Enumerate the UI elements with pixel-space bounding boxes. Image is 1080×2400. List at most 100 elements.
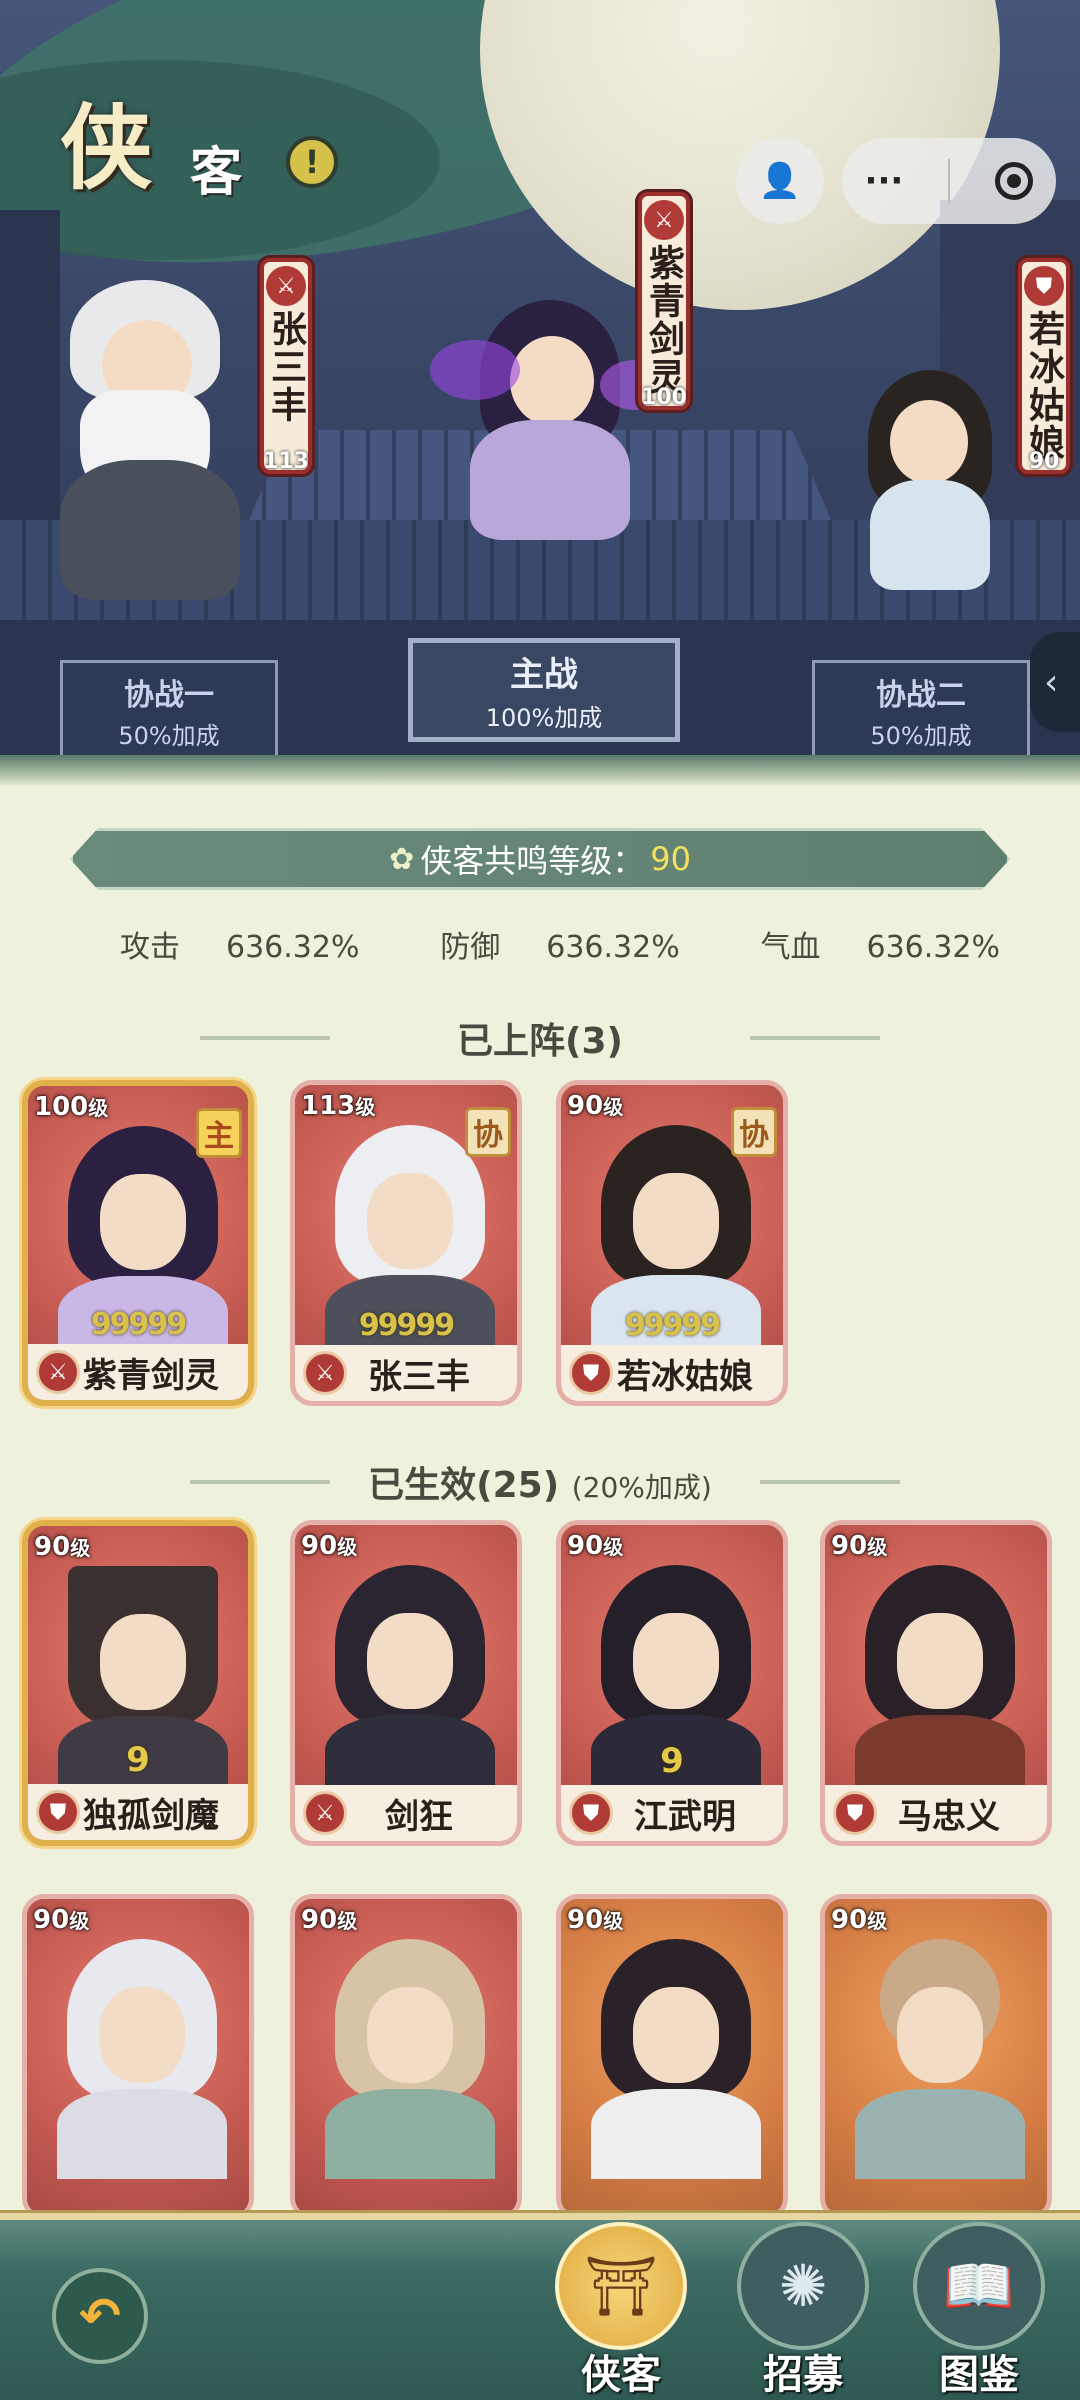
card-level: 90级 <box>831 1905 888 1935</box>
section-title-deployed: 已上阵(3) <box>457 1021 623 1062</box>
chevron-left-icon[interactable]: ‹ <box>1030 632 1080 732</box>
stats-row: 攻击 636.32% 防御 636.32% 气血 636.32% <box>120 922 1000 966</box>
hero-portrait <box>845 1939 1035 2179</box>
card-tier: 9 <box>660 1741 684 1781</box>
hero-tag-level: 113 <box>263 449 309 474</box>
slot-bonus: 100%加成 <box>485 704 603 732</box>
hero-tag-name: 紫青剑灵 <box>643 244 685 396</box>
card-role-badge: 协 <box>731 1107 777 1157</box>
card-namebar: ⚔ 剑狂 <box>295 1785 517 1841</box>
close-target-icon[interactable] <box>995 162 1034 200</box>
hero-tag-left[interactable]: ⚔ 张三丰 113 <box>260 258 312 474</box>
card-role-badge: 主 <box>196 1108 242 1158</box>
hero-portrait <box>315 1565 505 1805</box>
card-level: 90级 <box>831 1531 888 1561</box>
card-level: 90级 <box>34 1532 91 1562</box>
hero-tag-right[interactable]: ⛊ 若冰姑娘 90 <box>1018 258 1070 474</box>
card-level: 113级 <box>301 1091 376 1121</box>
hero-tag-center[interactable]: ⚔ 紫青剑灵 100 <box>638 192 690 410</box>
slot-bonus: 50%加成 <box>118 721 220 750</box>
resonance-value: 90 <box>650 840 691 878</box>
banner-edge <box>0 755 1080 785</box>
hero-card[interactable]: 100级 主 99999 ⚔ 紫青剑灵 <box>22 1080 254 1406</box>
stat-hp: 气血 636.32% <box>760 930 1000 965</box>
capsule-divider <box>948 159 951 203</box>
card-level: 90级 <box>567 1905 624 1935</box>
sword-icon: ⚔ <box>36 1350 80 1394</box>
stat-attack: 攻击 636.32% <box>120 930 360 965</box>
card-name: 紫青剑灵 <box>83 1355 219 1396</box>
hero-tag-name: 若冰姑娘 <box>1023 310 1065 462</box>
hero-figure-center[interactable] <box>430 300 670 540</box>
shield-icon: ⛊ <box>36 1790 80 1834</box>
card-namebar: ⛊ 若冰姑娘 <box>561 1345 783 1401</box>
hero-card[interactable]: 90级 9 ⛊ 独孤剑魔 <box>22 1520 254 1846</box>
hero-portrait <box>47 1939 237 2179</box>
shield-icon: ⛊ <box>569 1351 613 1395</box>
hero-card[interactable]: 90级 9 ⛊ 江武明 <box>556 1520 788 1846</box>
card-name: 江武明 <box>634 1796 736 1837</box>
card-stars: 99999 <box>624 1308 721 1343</box>
recruit-swirl-icon: ✺ <box>737 2222 869 2350</box>
more-icon[interactable]: ··· <box>865 161 904 201</box>
hero-tag-level: 100 <box>641 385 687 410</box>
sword-icon: ⚔ <box>644 200 684 240</box>
hero-card[interactable]: 90级 协 99999 ⛊ 若冰姑娘 <box>556 1080 788 1406</box>
hero-figure-right[interactable] <box>840 370 1020 590</box>
slot-main[interactable]: 主战 100%加成 <box>408 638 680 742</box>
card-name: 剑狂 <box>385 1796 453 1837</box>
card-name: 若冰姑娘 <box>617 1356 753 1397</box>
card-namebar: ⛊ 独孤剑魔 <box>28 1784 248 1840</box>
card-namebar: ⛊ 江武明 <box>561 1785 783 1841</box>
section-title-active: 已生效(25) (20%加成) <box>368 1465 712 1506</box>
stat-defense: 防御 636.32% <box>440 930 680 965</box>
hero-card[interactable]: 90级 ⛊ 马忠义 <box>820 1520 1052 1846</box>
sword-icon: ⚔ <box>303 1351 347 1395</box>
nav-label: 图鉴 <box>939 2352 1019 2398</box>
hero-card[interactable]: 113级 协 99999 ⚔ 张三丰 <box>290 1080 522 1406</box>
nav-tab-heroes[interactable]: ⛩ 侠客 <box>546 2222 696 2400</box>
shield-icon: ⛊ <box>1024 266 1064 306</box>
slot-assist-2[interactable]: 协战二 50%加成 <box>812 660 1030 760</box>
card-namebar: ⚔ 张三丰 <box>295 1345 517 1401</box>
card-level: 90级 <box>567 1531 624 1561</box>
hero-tag-name: 张三丰 <box>265 310 307 424</box>
page-title-main: 侠 <box>60 94 153 202</box>
book-icon: 📖 <box>913 2222 1045 2350</box>
hero-portrait <box>315 1939 505 2179</box>
card-namebar: ⚔ 紫青剑灵 <box>28 1344 248 1400</box>
resonance-bar[interactable]: ✿ 侠客共鸣等级： 90 <box>70 828 1010 890</box>
nav-tab-recruit[interactable]: ✺ 招募 <box>728 2222 878 2400</box>
person-icon[interactable]: 👤 <box>736 138 824 224</box>
card-name: 独孤剑魔 <box>83 1795 219 1836</box>
hero-hat-icon: ⛩ <box>555 2222 687 2350</box>
slot-title: 主战 <box>510 655 578 695</box>
slot-title: 协战二 <box>876 677 966 713</box>
sword-icon: ⚔ <box>303 1791 347 1835</box>
sword-icon: ⚔ <box>266 266 306 306</box>
hero-card[interactable]: 90级 ⚔ 剑狂 <box>290 1520 522 1846</box>
hero-card[interactable]: 90级 <box>290 1894 522 2220</box>
card-level: 90级 <box>33 1905 90 1935</box>
hero-portrait <box>845 1565 1035 1805</box>
mini-program-capsule: ··· <box>842 138 1056 224</box>
card-stars: 99999 <box>90 1307 187 1342</box>
resonance-icon: ✿ <box>389 841 415 877</box>
hero-card[interactable]: 90级 <box>820 1894 1052 2220</box>
card-namebar: ⛊ 马忠义 <box>825 1785 1047 1841</box>
hero-card[interactable]: 90级 <box>556 1894 788 2220</box>
back-arrow-icon[interactable]: ↶ <box>52 2268 148 2364</box>
nav-tab-codex[interactable]: 📖 图鉴 <box>904 2222 1054 2400</box>
info-icon[interactable]: ! <box>286 136 338 188</box>
hero-figure-left[interactable] <box>40 280 260 600</box>
slot-bonus: 50%加成 <box>870 721 972 750</box>
card-name: 张三丰 <box>368 1356 470 1397</box>
hero-card[interactable]: 90级 <box>22 1894 254 2220</box>
nav-label: 招募 <box>763 2352 843 2398</box>
shield-icon: ⛊ <box>833 1791 877 1835</box>
card-stars: 99999 <box>358 1308 455 1343</box>
resonance-label: 侠客共鸣等级： <box>420 842 645 880</box>
slot-title: 协战一 <box>124 677 214 713</box>
slot-assist-1[interactable]: 协战一 50%加成 <box>60 660 278 760</box>
nav-label: 侠客 <box>581 2352 661 2398</box>
